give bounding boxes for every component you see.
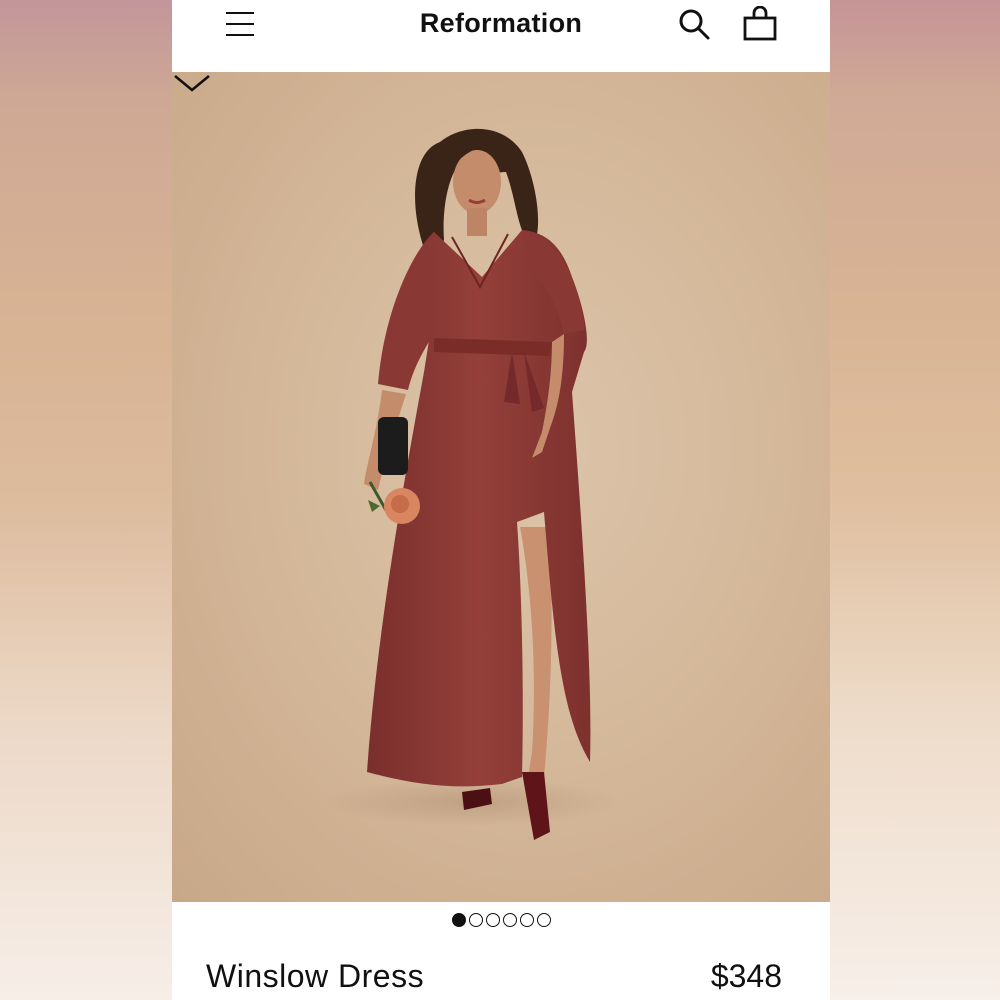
carousel-dot[interactable] (451, 913, 466, 927)
carousel-dot[interactable] (485, 913, 500, 927)
top-navigation-bar: Reformation (172, 0, 830, 72)
carousel-dot[interactable] (519, 913, 534, 927)
brand-logo[interactable]: Reformation (172, 8, 830, 39)
chevron-down-icon[interactable] (172, 72, 212, 94)
product-price: $348 (710, 958, 782, 994)
model-in-dress-photo (322, 128, 622, 840)
background-blur-left (0, 0, 172, 1000)
carousel-pagination (172, 913, 830, 933)
shopping-bag-icon[interactable] (742, 6, 778, 42)
background-blur-right (830, 0, 1000, 1000)
carousel-dot[interactable] (536, 913, 551, 927)
carousel-dot[interactable] (468, 913, 483, 927)
search-icon[interactable] (676, 6, 712, 42)
product-title: Winslow Dress (206, 958, 425, 994)
app-screen: Reformation Winslow Dress $348 (172, 0, 830, 1000)
carousel-dot[interactable] (502, 913, 517, 927)
product-image[interactable] (172, 72, 830, 902)
